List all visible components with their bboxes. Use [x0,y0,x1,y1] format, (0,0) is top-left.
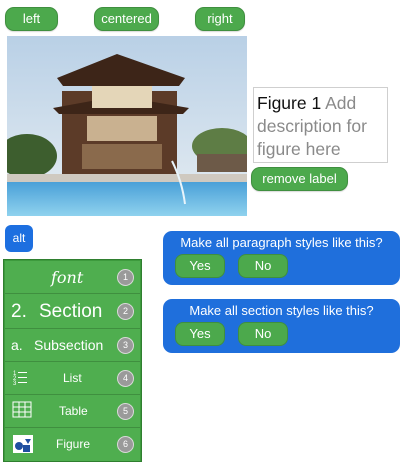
shortcut-badge: 4 [117,370,134,387]
list-label: List [63,371,82,385]
shortcut-badge: 1 [117,269,134,286]
menu-item-list[interactable]: 1 2 3 List 4 [5,362,140,395]
menu-item-subsection[interactable]: a. Subsection 3 [5,329,140,362]
shortcut-badge: 3 [117,337,134,354]
paragraph-yes-button[interactable]: Yes [175,254,225,278]
paragraph-no-button[interactable]: No [238,254,288,278]
figure-label: Figure [56,437,91,451]
subsection-prefix: a. [11,337,23,353]
section-label: Section [39,301,103,322]
paragraph-styles-prompt: Make all paragraph styles like this? Yes… [163,231,400,285]
figure-icon [13,435,33,453]
alt-button[interactable]: alt [5,225,33,252]
shortcut-badge: 2 [117,303,134,320]
subsection-label: Subsection [34,337,104,353]
table-icon [12,401,32,418]
menu-item-table[interactable]: Table 5 [5,395,140,428]
section-prefix: 2. [11,301,27,322]
figure-image[interactable] [7,36,247,216]
font-label: font [51,268,84,287]
align-centered-button[interactable]: centered [94,7,159,31]
section-styles-question: Make all section styles like this? [189,303,374,318]
section-styles-prompt: Make all section styles like this? Yes N… [163,299,400,353]
shortcut-badge: 5 [117,403,134,420]
menu-item-section[interactable]: 2. Section 2 [5,294,140,329]
align-right-button[interactable]: right [195,7,245,31]
menu-item-font[interactable]: font 1 [5,261,140,294]
section-yes-button[interactable]: Yes [175,322,225,346]
figure-caption[interactable]: Figure 1 Add description for figure here [253,87,388,163]
shortcut-badge: 6 [117,436,134,453]
caption-prefix: Figure 1 [257,93,322,113]
table-label: Table [59,404,88,418]
remove-label-button[interactable]: remove label [251,167,348,191]
list-icon: 1 2 3 [13,371,27,387]
align-left-button[interactable]: left [5,7,58,31]
menu-item-figure[interactable]: Figure 6 [5,428,140,461]
paragraph-styles-question: Make all paragraph styles like this? [180,235,383,250]
svg-text:3: 3 [13,381,17,387]
section-no-button[interactable]: No [238,322,288,346]
styles-menu: font 1 2. Section 2 a. Subsection 3 1 2 … [3,259,142,462]
house-photo [7,36,247,216]
